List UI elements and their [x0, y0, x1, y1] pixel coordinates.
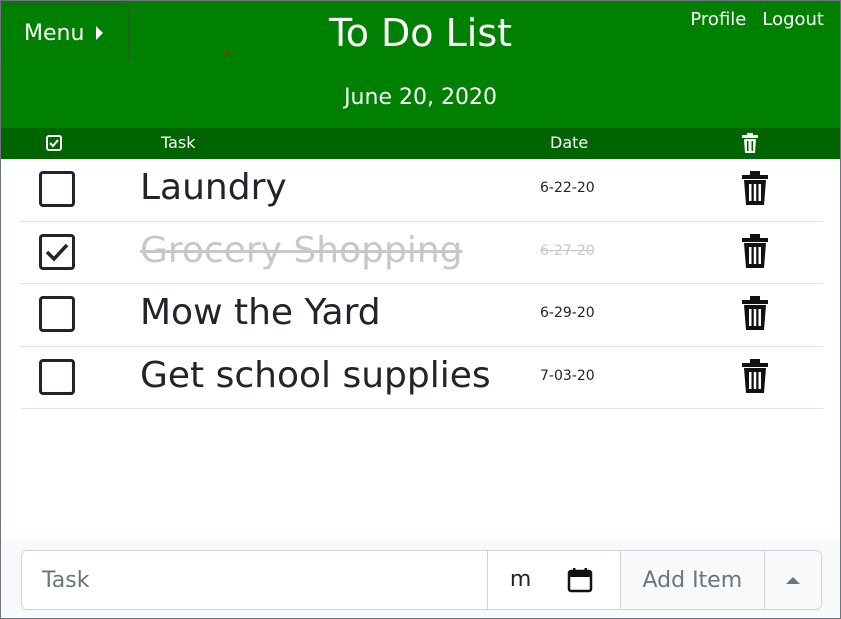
task-list: Laundry 6-22-20 Grocery Shopping 6-27-20: [21, 159, 823, 409]
trash-icon[interactable]: [741, 171, 769, 205]
add-task-form: m Add Item: [21, 550, 822, 610]
trash-icon[interactable]: [741, 296, 769, 330]
profile-link[interactable]: Profile: [690, 9, 746, 30]
caret-up-icon: [786, 576, 801, 584]
current-date: June 20, 2020: [344, 85, 497, 110]
task-row: Mow the Yard 6-29-20: [21, 284, 823, 347]
task-date: 6-29-20: [540, 305, 595, 321]
task-date: 6-27-20: [540, 242, 595, 259]
table-header: Task Date: [1, 128, 840, 159]
task-checkbox[interactable]: [39, 296, 75, 332]
trash-icon[interactable]: [741, 233, 769, 268]
column-header-date: Date: [550, 133, 589, 152]
task-input[interactable]: [22, 551, 488, 609]
task-label: Mow the Yard: [140, 292, 381, 333]
app-header: Menu To Do List June 20, 2020 Profile Lo…: [1, 1, 840, 128]
top-nav: Profile Logout: [690, 9, 824, 30]
add-task-footer: m Add Item: [1, 540, 840, 618]
task-row: Grocery Shopping 6-27-20: [21, 222, 823, 284]
task-checkbox[interactable]: [39, 233, 75, 270]
task-label: Grocery Shopping: [140, 229, 463, 271]
date-input[interactable]: m: [488, 551, 621, 609]
task-date: 7-03-20: [540, 367, 595, 384]
add-item-button[interactable]: Add Item: [620, 551, 766, 609]
logout-link[interactable]: Logout: [762, 9, 824, 30]
checkbox-icon: [46, 135, 62, 151]
task-row: Laundry 6-22-20: [21, 159, 823, 222]
task-row: Get school supplies 7-03-20: [21, 347, 823, 409]
trash-icon[interactable]: [741, 358, 769, 393]
task-label: Laundry: [140, 167, 287, 208]
task-checkbox[interactable]: [39, 171, 75, 207]
task-checkbox[interactable]: [39, 358, 75, 395]
task-label: Get school supplies: [140, 354, 491, 396]
dropdown-toggle-button[interactable]: [765, 551, 821, 609]
calendar-icon[interactable]: [567, 567, 593, 593]
checkmark-icon: [45, 243, 69, 262]
trash-icon: [742, 133, 758, 153]
column-header-task: Task: [161, 133, 196, 152]
date-input-value: m: [509, 567, 532, 592]
task-date: 6-22-20: [540, 180, 595, 196]
